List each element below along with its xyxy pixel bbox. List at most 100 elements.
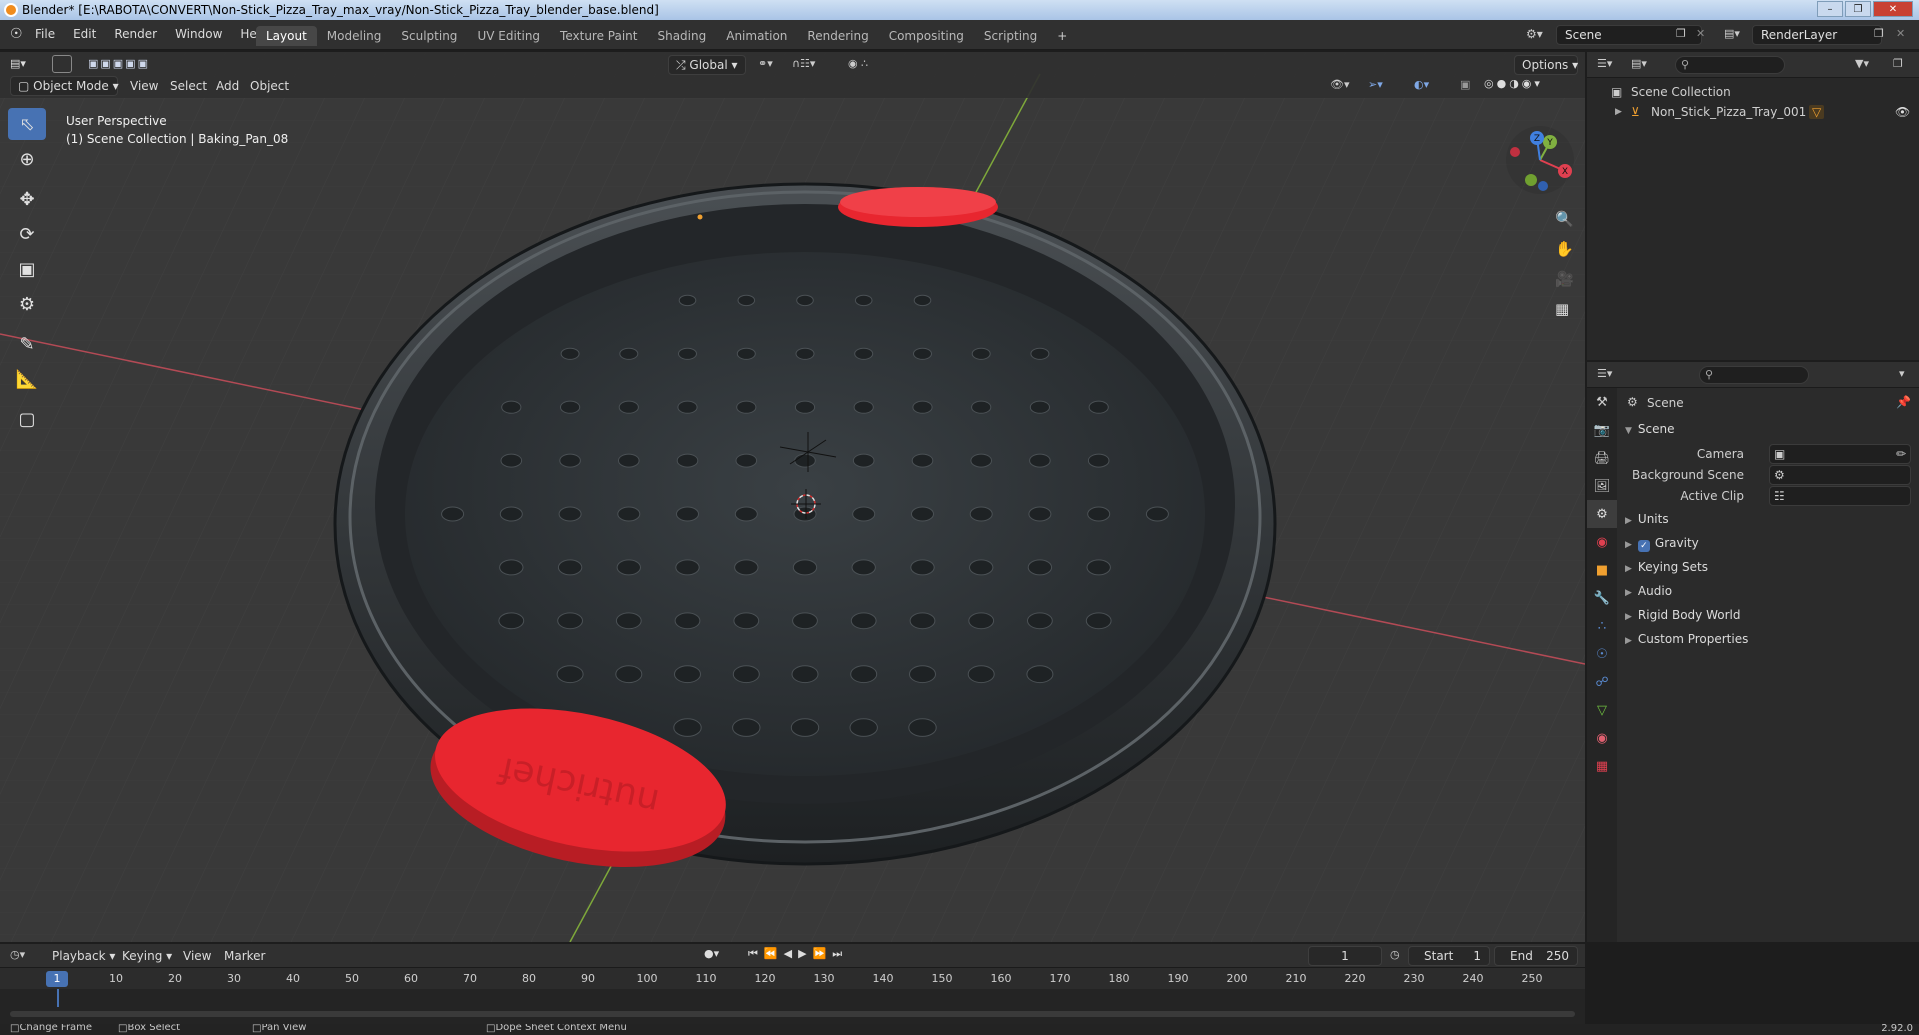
close-icon[interactable]: ✕ (1873, 1, 1913, 17)
display-mode-icon[interactable]: ▤▾ (1631, 57, 1647, 70)
playback-menu[interactable]: Playback ▾ (52, 949, 115, 963)
rotate-tool-icon[interactable]: ⟳ (8, 218, 46, 250)
pan-hand-icon[interactable]: ✋ (1555, 240, 1574, 258)
scene-section-header[interactable]: ▼ Scene (1625, 422, 1675, 436)
select-box-tool-icon[interactable]: ⬁ (8, 108, 46, 140)
jump-start-icon[interactable]: ⏮ (748, 947, 764, 960)
expand-arrow-icon[interactable]: ▶ (1615, 107, 1622, 117)
eye-icon[interactable]: 👁 (1895, 105, 1910, 119)
add-cube-tool-icon[interactable]: ▢ (8, 403, 46, 435)
pin-icon[interactable]: 📌 (1896, 395, 1911, 409)
new-collection-icon[interactable]: ❐ (1893, 57, 1903, 70)
transform-tool-icon[interactable]: ⚙ (8, 288, 46, 320)
prev-key-icon[interactable]: ⏪ (764, 947, 784, 960)
menu-edit[interactable]: Edit (64, 27, 105, 41)
eyedropper-icon[interactable]: ✏ (1896, 447, 1906, 461)
start-frame-field[interactable]: Start 1 (1408, 946, 1490, 966)
clock-icon[interactable]: ◷ (1390, 948, 1400, 961)
world-tab-icon[interactable]: ◉ (1587, 528, 1617, 556)
camera-field[interactable]: ▣ ✏ (1769, 444, 1911, 464)
move-tool-icon[interactable]: ✥ (8, 183, 46, 215)
texture-tab-icon[interactable]: ▦ (1587, 752, 1617, 780)
custom-properties-section[interactable]: ▶ Custom Properties (1625, 632, 1748, 646)
pivot-icon[interactable]: ⚭▾ (758, 57, 773, 70)
menu-file[interactable]: File (26, 27, 64, 41)
new-scene-icon[interactable]: ❐ (1676, 27, 1686, 40)
data-tab-icon[interactable]: ▽ (1587, 696, 1617, 724)
timeline-scrollbar[interactable] (10, 1011, 1575, 1017)
annotate-tool-icon[interactable]: ✎ (8, 328, 46, 360)
audio-section[interactable]: ▶ Audio (1625, 584, 1672, 598)
ortho-toggle-icon[interactable]: ▦ (1555, 300, 1569, 318)
snap-icon[interactable]: ∩☷▾ (792, 57, 815, 70)
zoom-icon[interactable]: 🔍 (1555, 210, 1574, 228)
view-layer-tab-icon[interactable]: 🖼 (1587, 472, 1617, 500)
render-tab-icon[interactable]: 📷 (1587, 416, 1617, 444)
mode-dropdown[interactable]: ▢ Object Mode ▾ (10, 76, 119, 96)
properties-search-input[interactable]: ⚲ (1699, 366, 1809, 384)
end-frame-field[interactable]: End 250 (1494, 946, 1578, 966)
menu-window[interactable]: Window (166, 27, 231, 41)
timeline-editor-icon[interactable]: ◷▾ (10, 948, 25, 961)
gizmo-toggle-icon[interactable]: ➢▾ (1368, 78, 1383, 91)
material-tab-icon[interactable]: ◉ (1587, 724, 1617, 752)
scale-tool-icon[interactable]: ▣ (8, 253, 46, 285)
restore-icon[interactable]: ❐ (1845, 1, 1871, 17)
visibility-icon[interactable]: 👁▾ (1330, 78, 1350, 91)
vp-menu-view[interactable]: View (130, 79, 158, 93)
cursor-tool-icon[interactable]: ⊕ (8, 143, 46, 175)
axis-gizmo-icon[interactable]: X Y Z (1495, 112, 1585, 202)
current-frame-field[interactable]: 1 (1308, 946, 1382, 966)
vp-menu-object[interactable]: Object (250, 79, 289, 93)
tab-modeling[interactable]: Modeling (317, 26, 392, 46)
xray-icon[interactable]: ▣ (1460, 78, 1470, 91)
particles-tab-icon[interactable]: ∴ (1587, 612, 1617, 640)
gravity-section[interactable]: ▶ ✓ Gravity (1625, 536, 1699, 552)
next-key-icon[interactable]: ⏩ (813, 947, 833, 960)
tab-sculpting[interactable]: Sculpting (391, 26, 467, 46)
frame-ruler[interactable]: 1 10 20 30 40 50 60 70 80 90 100 110 120 130 140 150 16… (0, 969, 1585, 989)
view-menu[interactable]: View (183, 949, 211, 963)
minimize-icon[interactable]: – (1817, 1, 1843, 17)
tab-shading[interactable]: Shading (647, 26, 716, 46)
object-tab-icon[interactable]: ■ (1587, 556, 1617, 584)
tab-rendering[interactable]: Rendering (797, 26, 878, 46)
active-clip-field[interactable]: ☷ (1769, 486, 1911, 506)
record-icon[interactable]: ●▾ (704, 947, 719, 960)
properties-editor-icon[interactable]: ☰▾ (1597, 367, 1612, 380)
keying-sets-section[interactable]: ▶ Keying Sets (1625, 560, 1708, 574)
scene-tab-icon[interactable]: ⚙ (1587, 500, 1617, 528)
overlay-toggle-icon[interactable]: ◐▾ (1414, 78, 1429, 91)
measure-tool-icon[interactable]: 📐 (8, 363, 46, 395)
shading-modes-icon[interactable]: ◎●◑◉▾ (1484, 77, 1543, 90)
scene-selector-icon[interactable]: ⚙▾ (1526, 27, 1543, 41)
options-dropdown[interactable]: Options ▾ (1514, 55, 1578, 75)
menu-render[interactable]: Render (105, 27, 166, 41)
keying-menu[interactable]: Keying ▾ (122, 949, 172, 963)
object-data-icon[interactable]: ▽ (1809, 105, 1825, 119)
play-icon[interactable]: ▶ (798, 947, 812, 960)
tab-layout[interactable]: Layout (256, 26, 317, 46)
outliner-search-input[interactable]: ⚲ (1675, 56, 1785, 74)
units-section[interactable]: ▶ Units (1625, 512, 1669, 526)
outliner-item-row[interactable]: ▶ ⊻ Non_Stick_Pizza_Tray_001 ▽ 👁 (1587, 102, 1919, 122)
orientation-dropdown[interactable]: ⤮ Global ▾ (668, 55, 746, 75)
render-layer-field[interactable]: RenderLayer (1752, 25, 1882, 45)
play-reverse-icon[interactable]: ◀ (784, 947, 798, 960)
jump-end-icon[interactable]: ⏭ (832, 947, 848, 960)
chevron-down-icon[interactable]: ▾ (1899, 367, 1905, 380)
current-frame-indicator[interactable]: 1 (46, 971, 68, 987)
physics-tab-icon[interactable]: ☉ (1587, 640, 1617, 668)
tab-scripting[interactable]: Scripting (974, 26, 1047, 46)
outliner-editor-icon[interactable]: ☰▾ (1597, 57, 1612, 70)
editor-type-icon[interactable]: ▤▾ (10, 57, 26, 70)
proportional-edit-icon[interactable]: ◉ ∴ (848, 57, 868, 70)
view-layer-icon[interactable]: ▤▾ (1724, 27, 1740, 40)
box-select-modes-icon[interactable]: ▣▣▣▣▣ (88, 57, 150, 70)
tab-uv-editing[interactable]: UV Editing (467, 26, 550, 46)
delete-scene-icon[interactable]: ✕ (1696, 27, 1705, 40)
camera-view-icon[interactable]: 🎥 (1555, 270, 1574, 288)
new-layer-icon[interactable]: ❐ (1874, 27, 1884, 40)
delete-layer-icon[interactable]: ✕ (1896, 27, 1905, 40)
viewport-canvas[interactable]: nutrichef (0, 52, 1585, 942)
